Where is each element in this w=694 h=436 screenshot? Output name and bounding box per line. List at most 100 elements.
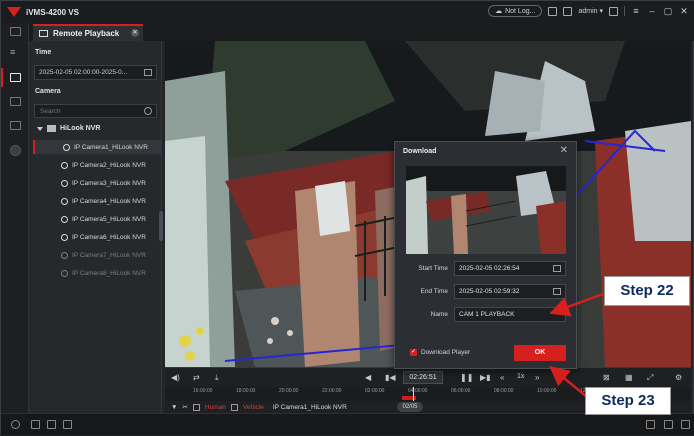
camera-list-item[interactable]: IP Camera6_HiLook NVR	[33, 230, 161, 244]
ok-button[interactable]: OK	[514, 345, 566, 361]
search-icon[interactable]	[144, 107, 152, 115]
timeline-tick-label: 06:00:00	[451, 388, 471, 394]
camera-list-item[interactable]: IP Camera5_HiLook NVR	[33, 212, 161, 226]
timeline-tick-label: 20:00:00	[279, 388, 299, 394]
status-dot-icon[interactable]	[10, 145, 21, 156]
menu-icon[interactable]: ≡	[631, 6, 641, 16]
device-icon[interactable]	[10, 121, 21, 130]
image-icon[interactable]	[563, 6, 573, 16]
download-icon[interactable]: ⤓	[215, 373, 219, 383]
fullscreen-icon[interactable]: ⤢	[647, 373, 653, 383]
tab-close-icon[interactable]: ✕	[131, 29, 139, 37]
timeline-date[interactable]: 02/05	[397, 402, 423, 412]
sidebar-collapse-handle[interactable]	[159, 211, 163, 241]
camera-icon	[61, 197, 68, 205]
volume-icon[interactable]: ◀)	[171, 373, 180, 382]
settings-icon[interactable]: ⚙	[675, 373, 682, 382]
camera-label: IP Camera3_HiLook NVR	[72, 179, 146, 187]
expand-up-icon[interactable]	[681, 420, 690, 429]
vehicle-checkbox[interactable]	[230, 403, 238, 411]
step-back-icon[interactable]: ▮◀	[385, 373, 396, 382]
camera-icon	[61, 233, 68, 241]
current-time-display: 02:26:51	[403, 371, 443, 384]
start-time-field[interactable]: 2025-02-05 02:26:54	[454, 261, 566, 276]
filter-icon[interactable]: ▼	[171, 404, 177, 411]
slow-icon[interactable]: «	[500, 373, 504, 382]
layout-icon[interactable]: ▦	[625, 373, 633, 382]
timeline-tick-label: 22:00:00	[322, 388, 342, 394]
step-forward-icon[interactable]: ▶▮	[480, 373, 491, 382]
name-field[interactable]: CAM 1 PLAYBACK	[454, 307, 566, 322]
time-range-field[interactable]: 2025-02-05 02:00:00-2025-0...	[34, 65, 157, 80]
titlebar-divider	[624, 6, 625, 16]
home-grid-icon[interactable]	[10, 27, 21, 36]
close-icon[interactable]: ✕	[679, 6, 689, 17]
camera-icon	[61, 251, 68, 259]
lock-icon[interactable]	[609, 6, 618, 16]
camera-list-item[interactable]: IP Camera8_HiLook NVR	[33, 266, 161, 280]
fast-icon[interactable]: »	[535, 373, 539, 382]
dialog-title: Download	[403, 148, 437, 155]
camera-list-item[interactable]: IP Camera3_HiLook NVR	[33, 176, 161, 190]
clip-icon[interactable]: ✂	[182, 403, 187, 411]
alarm-icon[interactable]	[11, 420, 20, 429]
camera-list-item[interactable]: IP Camera2_HiLook NVR	[33, 158, 161, 172]
cloud-login-button[interactable]: ☁ Not Log...	[488, 5, 543, 17]
nvr-name: HiLook NVR	[60, 125, 101, 132]
minimize-icon[interactable]: –	[647, 6, 657, 16]
camera-icon	[61, 215, 68, 223]
status-bar	[1, 413, 694, 435]
timeline-tick-label: 10:00:00	[537, 388, 557, 394]
pause-icon[interactable]: ❚❚	[460, 373, 473, 382]
tab-bar: Remote Playback ✕	[29, 23, 694, 41]
camera-label: IP Camera4_HiLook NVR	[72, 197, 146, 205]
grid-icon[interactable]	[548, 6, 558, 16]
human-checkbox[interactable]	[192, 403, 200, 411]
camera-list-item[interactable]: IP Camera4_HiLook NVR	[33, 194, 161, 208]
app-logo-icon	[7, 7, 21, 17]
menu-list-icon[interactable]: ≡	[10, 47, 15, 57]
pin-icon[interactable]	[646, 420, 655, 429]
end-calendar-icon[interactable]	[553, 288, 561, 295]
start-calendar-icon[interactable]	[553, 265, 561, 272]
start-time-label: Start Time	[418, 265, 448, 272]
maximize-icon[interactable]: ▢	[663, 6, 673, 17]
human-label: Human	[204, 403, 226, 411]
nvr-tree-node[interactable]: HiLook NVR	[37, 125, 100, 132]
app-window: iVMS-4200 VS ☁ Not Log... admin ▾ ≡ – ▢ …	[0, 0, 694, 435]
timeline-tick-label: 16:00:00	[193, 388, 213, 394]
cloud-status: Not Log...	[505, 7, 536, 15]
sidebar: Time 2025-02-05 02:00:00-2025-0... Camer…	[29, 41, 162, 413]
nvr-icon	[47, 125, 56, 132]
start-time-value: 2025-02-05 02:26:54	[459, 265, 520, 272]
user-menu[interactable]: admin ▾	[578, 7, 603, 15]
camera-list-item[interactable]: IP Camera7_HiLook NVR	[33, 248, 161, 262]
info-icon[interactable]	[47, 420, 56, 429]
timeline-cursor[interactable]	[413, 387, 414, 401]
camera-list-item[interactable]: IP Camera1_HiLook NVR	[33, 140, 161, 154]
camera-search-input[interactable]: Search	[34, 104, 157, 118]
cancel-layout-icon[interactable]: ⊠	[603, 373, 610, 382]
adjust-icon[interactable]: ⇄	[193, 373, 200, 382]
cloud-icon: ☁	[495, 8, 503, 15]
dialog-preview	[406, 166, 566, 254]
dialog-close-icon[interactable]: ✕	[560, 145, 568, 156]
download-dialog: Download ✕ Start Time 2025-02-05 02:26:5…	[394, 141, 577, 369]
download-player-option[interactable]: ✓ Download Player	[410, 349, 470, 356]
calendar-icon[interactable]	[144, 69, 152, 76]
prev-frame-icon[interactable]: ◀	[365, 373, 371, 382]
end-time-field[interactable]: 2025-02-05 02:59:32	[454, 284, 566, 299]
playback-icon[interactable]	[1, 68, 21, 87]
camera-label: IP Camera1_HiLook NVR	[74, 143, 148, 151]
trash-icon[interactable]	[31, 420, 40, 429]
tab-remote-playback[interactable]: Remote Playback ✕	[33, 24, 143, 41]
speed-display[interactable]: 1x	[517, 373, 524, 380]
event-icon[interactable]	[10, 97, 21, 106]
timeline-tick-label: 18:00:00	[236, 388, 256, 394]
download-player-checkbox[interactable]: ✓	[410, 349, 417, 356]
expand-triangle-icon[interactable]	[37, 126, 43, 131]
camera-label: IP Camera2_HiLook NVR	[72, 161, 146, 169]
audio-icon[interactable]	[63, 420, 72, 429]
camera-section-label: Camera	[35, 88, 61, 95]
window-icon[interactable]	[664, 420, 673, 429]
